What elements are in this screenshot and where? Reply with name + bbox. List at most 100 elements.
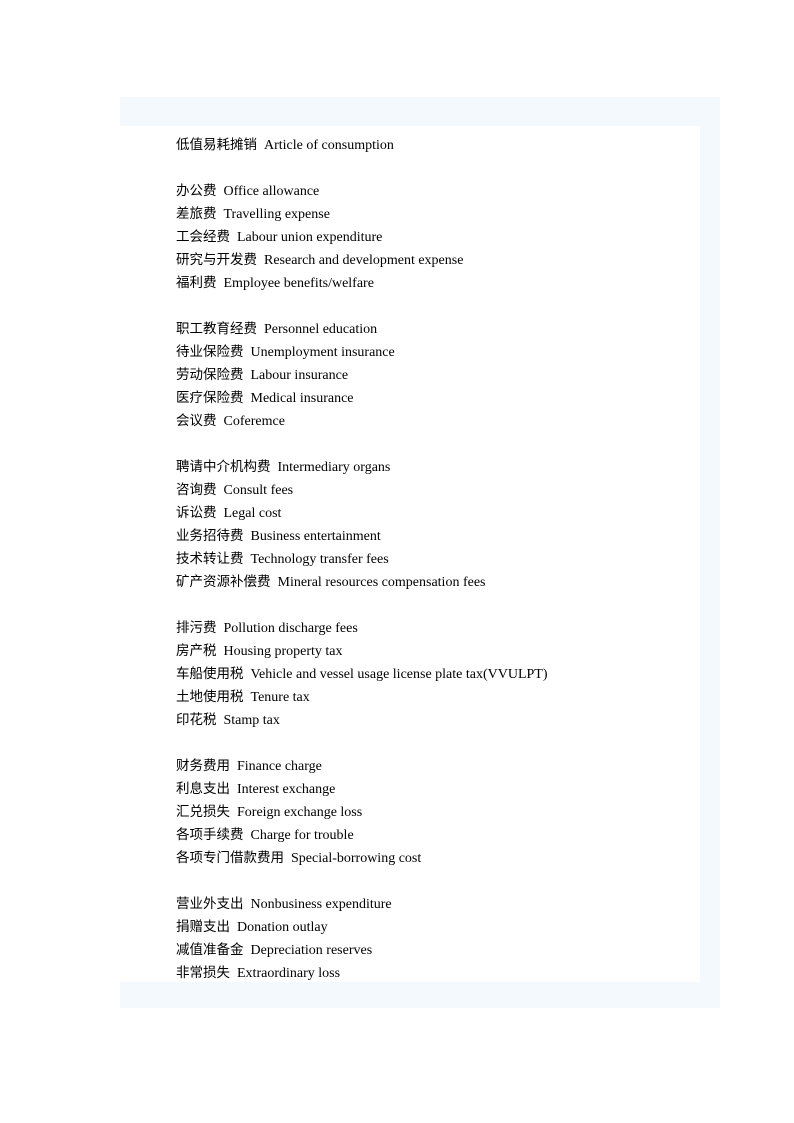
term-chinese: 各项专门借款费用	[176, 850, 284, 866]
term-chinese: 差旅费	[176, 206, 217, 222]
term-chinese: 土地使用税	[176, 689, 244, 705]
glossary-entry: 办公费 Office allowance	[176, 179, 696, 202]
glossary-entry: 车船使用税 Vehicle and vessel usage license pl…	[176, 662, 696, 685]
glossary-entry: 工会经费 Labour union expenditure	[176, 225, 696, 248]
glossary-entry: 咨询费 Consult fees	[176, 478, 696, 501]
glossary-entry: 各项专门借款费用 Special-borrowing cost	[176, 846, 696, 869]
term-chinese: 财务费用	[176, 758, 230, 774]
glossary-list: 低值易耗摊销 Article of consumption 办公费 Office al…	[176, 133, 696, 984]
glossary-entry: 各项手续费 Charge for trouble	[176, 823, 696, 846]
term-english: Travelling expense	[223, 207, 330, 222]
glossary-entry: 矿产资源补偿费 Mineral resources compensation fe…	[176, 570, 696, 593]
term-english: Personnel education	[264, 322, 378, 337]
term-english: Mineral resources compensation fees	[277, 575, 486, 590]
glossary-entry: 房产税 Housing property tax	[176, 639, 696, 662]
glossary-group: 营业外支出 Nonbusiness expenditure 捐赠支出 Donation…	[176, 892, 696, 984]
glossary-entry: 差旅费 Travelling expense	[176, 202, 696, 225]
glossary-entry: 技术转让费 Technology transfer fees	[176, 547, 696, 570]
term-chinese: 矿产资源补偿费	[176, 574, 271, 590]
term-english: Nonbusiness expenditure	[250, 897, 392, 912]
term-chinese: 劳动保险费	[176, 367, 244, 383]
glossary-group: 财务费用 Finance charge 利息支出 Interest exchange 汇…	[176, 754, 696, 869]
term-english: Consult fees	[223, 483, 294, 498]
term-english: Coferemce	[223, 414, 285, 429]
glossary-entry: 低值易耗摊销 Article of consumption	[176, 133, 696, 156]
glossary-entry: 业务招待费 Business entertainment	[176, 524, 696, 547]
term-english: Office allowance	[223, 184, 320, 199]
term-english: Vehicle and vessel usage license plate t…	[250, 667, 548, 682]
term-english: Legal cost	[223, 506, 282, 521]
glossary-group: 聘请中介机构费 Intermediary organs 咨询费 Consult fee…	[176, 455, 696, 593]
glossary-entry: 土地使用税 Tenure tax	[176, 685, 696, 708]
glossary-entry: 汇兑损失 Foreign exchange loss	[176, 800, 696, 823]
term-chinese: 捐赠支出	[176, 919, 230, 935]
term-english: Donation outlay	[237, 920, 328, 935]
term-chinese: 研究与开发费	[176, 252, 257, 268]
glossary-entry: 捐赠支出 Donation outlay	[176, 915, 696, 938]
term-english: Charge for trouble	[250, 828, 354, 843]
glossary-entry: 排污费 Pollution discharge fees	[176, 616, 696, 639]
glossary-entry: 劳动保险费 Labour insurance	[176, 363, 696, 386]
term-english: Article of consumption	[264, 138, 394, 153]
term-english: Intermediary organs	[277, 460, 391, 475]
term-english: Pollution discharge fees	[223, 621, 358, 636]
term-chinese: 咨询费	[176, 482, 217, 498]
term-chinese: 非常损失	[176, 965, 230, 981]
glossary-group: 低值易耗摊销 Article of consumption	[176, 133, 696, 156]
term-english: Housing property tax	[223, 644, 343, 659]
term-english: Business entertainment	[250, 529, 381, 544]
glossary-entry: 印花税 Stamp tax	[176, 708, 696, 731]
glossary-group: 职工教育经费 Personnel education 待业保险费 Unemployme…	[176, 317, 696, 432]
term-english: Special-borrowing cost	[291, 851, 422, 866]
term-chinese: 房产税	[176, 643, 217, 659]
term-chinese: 聘请中介机构费	[176, 459, 271, 475]
term-chinese: 营业外支出	[176, 896, 244, 912]
glossary-entry: 减值准备金 Depreciation reserves	[176, 938, 696, 961]
term-chinese: 待业保险费	[176, 344, 244, 360]
term-chinese: 医疗保险费	[176, 390, 244, 406]
glossary-entry: 待业保险费 Unemployment insurance	[176, 340, 696, 363]
glossary-entry: 福利费 Employee benefits/welfare	[176, 271, 696, 294]
term-chinese: 低值易耗摊销	[176, 137, 257, 153]
glossary-group: 排污费 Pollution discharge fees 房产税 Housing pr…	[176, 616, 696, 731]
term-chinese: 车船使用税	[176, 666, 244, 682]
glossary-entry: 研究与开发费 Research and development expense	[176, 248, 696, 271]
glossary-entry: 医疗保险费 Medical insurance	[176, 386, 696, 409]
term-chinese: 福利费	[176, 275, 217, 291]
term-chinese: 办公费	[176, 183, 217, 199]
glossary-entry: 营业外支出 Nonbusiness expenditure	[176, 892, 696, 915]
glossary-entry: 职工教育经费 Personnel education	[176, 317, 696, 340]
term-chinese: 技术转让费	[176, 551, 244, 567]
term-english: Technology transfer fees	[250, 552, 389, 567]
glossary-entry: 会议费 Coferemce	[176, 409, 696, 432]
term-chinese: 汇兑损失	[176, 804, 230, 820]
term-chinese: 诉讼费	[176, 505, 217, 521]
glossary-entry: 聘请中介机构费 Intermediary organs	[176, 455, 696, 478]
term-chinese: 排污费	[176, 620, 217, 636]
glossary-entry: 诉讼费 Legal cost	[176, 501, 696, 524]
term-english: Extraordinary loss	[237, 966, 341, 981]
glossary-entry: 非常损失 Extraordinary loss	[176, 961, 696, 984]
term-english: Medical insurance	[250, 391, 354, 406]
term-english: Interest exchange	[237, 782, 336, 797]
glossary-entry: 利息支出 Interest exchange	[176, 777, 696, 800]
term-english: Labour insurance	[250, 368, 349, 383]
term-english: Unemployment insurance	[250, 345, 395, 360]
term-chinese: 工会经费	[176, 229, 230, 245]
term-chinese: 印花税	[176, 712, 217, 728]
glossary-group: 办公费 Office allowance 差旅费 Travelling expense…	[176, 179, 696, 294]
term-chinese: 业务招待费	[176, 528, 244, 544]
term-english: Depreciation reserves	[250, 943, 373, 958]
term-english: Finance charge	[237, 759, 322, 774]
term-english: Tenure tax	[250, 690, 310, 705]
term-chinese: 减值准备金	[176, 942, 244, 958]
term-chinese: 各项手续费	[176, 827, 244, 843]
term-english: Labour union expenditure	[237, 230, 383, 245]
term-english: Stamp tax	[223, 713, 280, 728]
term-chinese: 职工教育经费	[176, 321, 257, 337]
term-chinese: 会议费	[176, 413, 217, 429]
glossary-entry: 财务费用 Finance charge	[176, 754, 696, 777]
term-chinese: 利息支出	[176, 781, 230, 797]
term-english: Employee benefits/welfare	[223, 276, 374, 291]
term-english: Foreign exchange loss	[237, 805, 363, 820]
